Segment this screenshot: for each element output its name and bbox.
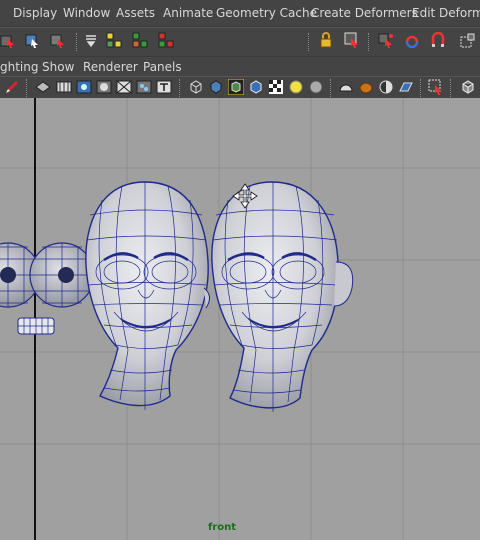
front-viewport[interactable] [0, 98, 480, 540]
menu-window[interactable]: Window [63, 6, 110, 20]
head-mesh-right[interactable] [211, 181, 354, 412]
paint-select-icon[interactable] [50, 33, 66, 49]
toolbar-separator [26, 79, 28, 97]
menu-collapse-icon[interactable] [83, 33, 99, 49]
snap-grid-icon[interactable] [106, 32, 122, 48]
bounding-box-icon[interactable] [248, 79, 264, 95]
backface-icon[interactable] [398, 79, 414, 95]
panel-menu-bar: ghting Show Renderer Panels [0, 56, 480, 77]
wireframe-icon[interactable] [188, 79, 204, 95]
toolbar-separator [308, 33, 310, 51]
select-tool-icon[interactable] [0, 33, 16, 49]
toolbar-separator [368, 33, 370, 51]
viewport-canvas[interactable] [0, 98, 480, 540]
teeth[interactable] [17, 317, 55, 335]
shadow-icon[interactable] [308, 79, 324, 95]
render-icon[interactable] [430, 32, 446, 48]
panel-icon-bar [0, 76, 480, 99]
eyeball-right[interactable] [29, 242, 95, 308]
select-camera-icon[interactable] [428, 79, 444, 95]
smooth-shade-icon[interactable] [208, 79, 224, 95]
toolbar-separator [330, 79, 332, 97]
menu-renderer[interactable]: Renderer [83, 60, 138, 74]
menu-create-deformers[interactable]: Create Deformers [311, 6, 418, 20]
camera-name-label: front [208, 522, 237, 533]
lock-icon[interactable] [318, 32, 334, 48]
textured-icon[interactable] [268, 79, 284, 95]
snap-point-icon[interactable] [158, 32, 174, 48]
bookmark-icon[interactable] [56, 79, 72, 95]
toolbar-separator [450, 79, 452, 97]
xray-icon[interactable] [358, 79, 374, 95]
transform-icon[interactable] [344, 32, 360, 48]
film-gate-icon[interactable] [116, 79, 132, 95]
lasso-tool-icon[interactable] [24, 33, 40, 49]
resolution-gate-icon[interactable] [136, 79, 152, 95]
text-icon[interactable] [156, 79, 172, 95]
menu-geometry-cache[interactable]: Geometry Cache [216, 6, 317, 20]
menu-animate[interactable]: Animate [163, 6, 213, 20]
grid-icon[interactable] [96, 79, 112, 95]
snap-curve-icon[interactable] [132, 32, 148, 48]
wireframe-on-shaded-icon[interactable] [228, 79, 244, 95]
status-line-toolbar [0, 27, 480, 56]
menu-edit-deformers[interactable]: Edit Deformers [412, 6, 480, 20]
camera-attr-icon[interactable] [35, 79, 51, 95]
pencil-icon[interactable] [4, 79, 20, 95]
toolbar-separator [179, 79, 181, 97]
image-plane-icon[interactable] [76, 79, 92, 95]
magnet-icon[interactable] [404, 32, 420, 48]
main-menu-bar: Display Window Assets Animate Geometry C… [0, 0, 480, 27]
isolate-icon[interactable] [338, 79, 354, 95]
toolbar-separator [420, 79, 422, 97]
menu-lighting[interactable]: ghting [0, 60, 38, 74]
light-icon[interactable] [288, 79, 304, 95]
menu-panels[interactable]: Panels [143, 60, 182, 74]
menu-display[interactable]: Display [13, 6, 57, 20]
ipr-icon[interactable] [460, 32, 476, 48]
default-material-icon[interactable] [378, 79, 394, 95]
toolbar-separator [76, 33, 78, 51]
menu-show[interactable]: Show [42, 60, 74, 74]
menu-assets[interactable]: Assets [116, 6, 155, 20]
cube-icon[interactable] [460, 79, 476, 95]
head-mesh-left[interactable] [85, 181, 210, 410]
history-icon[interactable] [378, 32, 394, 48]
